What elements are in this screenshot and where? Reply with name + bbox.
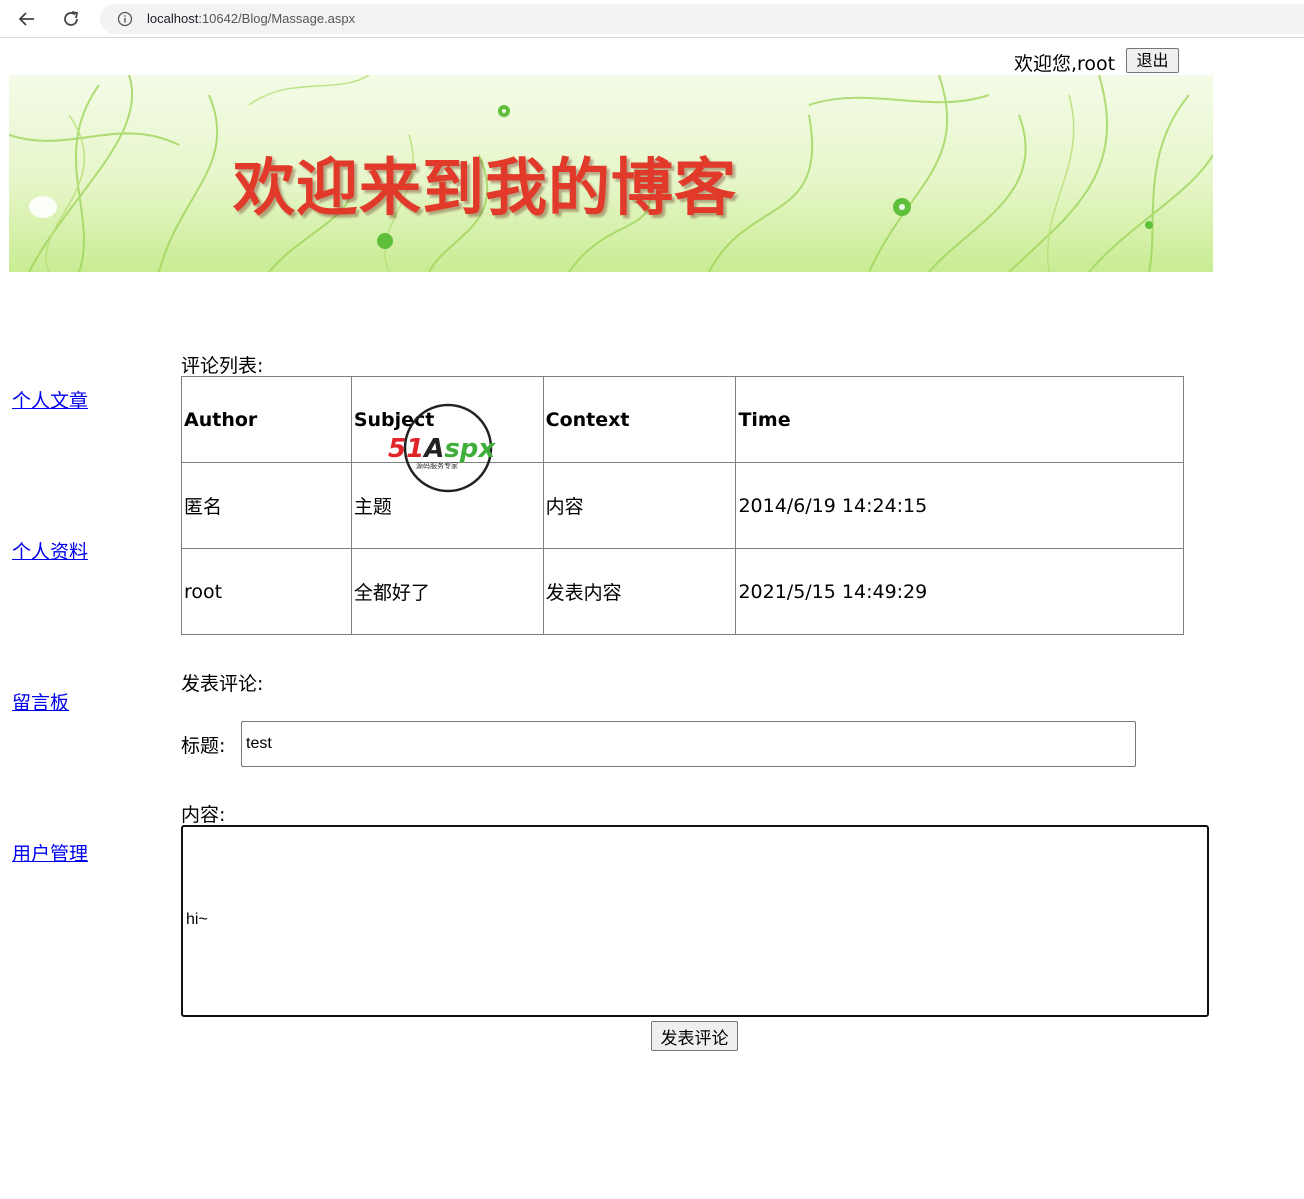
content-textarea[interactable]: hi~ xyxy=(181,825,1209,1017)
sidebar-item-profile[interactable]: 个人资料 xyxy=(12,537,88,564)
cell-context: 发表内容 xyxy=(542,548,737,635)
cell-context: 内容 xyxy=(542,462,737,549)
url-host: localhost xyxy=(147,11,199,26)
sidebar-item-user-management[interactable]: 用户管理 xyxy=(12,839,88,866)
content-label: 内容: xyxy=(181,804,226,826)
cell-subject: 主题 xyxy=(350,462,544,549)
address-bar[interactable]: localhost:10642/Blog/Massage.aspx xyxy=(100,4,1304,34)
back-button[interactable] xyxy=(12,4,42,34)
cell-author: root xyxy=(181,548,352,635)
logout-button[interactable]: 退出 xyxy=(1126,48,1179,73)
column-header-context: Context xyxy=(542,376,737,463)
table-row: root 全都好了 发表内容 2021/5/15 14:49:29 xyxy=(181,548,1184,635)
comment-list-heading: 评论列表: xyxy=(181,355,264,377)
comment-table: Author Subject Context Time 匿名 主题 内容 201… xyxy=(181,376,1184,635)
cell-time: 2014/6/19 14:24:15 xyxy=(735,462,1184,549)
banner-title: 欢迎来到我的博客 xyxy=(233,151,738,224)
welcome-text: 欢迎您,root xyxy=(1014,53,1116,75)
cell-subject: 全都好了 xyxy=(350,548,544,635)
column-header-time: Time xyxy=(735,376,1184,463)
title-label: 标题: xyxy=(181,735,226,757)
sidebar-item-guestbook[interactable]: 留言板 xyxy=(12,688,69,715)
url-text: localhost:10642/Blog/Massage.aspx xyxy=(147,11,355,26)
banner: 欢迎来到我的博客 xyxy=(9,75,1213,272)
browser-toolbar: localhost:10642/Blog/Massage.aspx xyxy=(0,0,1304,38)
reload-button[interactable] xyxy=(56,4,86,34)
submit-comment-button[interactable]: 发表评论 xyxy=(651,1021,738,1051)
info-icon[interactable] xyxy=(117,11,133,27)
cell-author: 匿名 xyxy=(181,462,352,549)
reload-icon xyxy=(64,11,79,26)
post-comment-heading: 发表评论: xyxy=(181,673,264,695)
back-arrow-icon xyxy=(18,12,34,26)
table-row: 匿名 主题 内容 2014/6/19 14:24:15 xyxy=(181,462,1184,549)
table-header-row: Author Subject Context Time xyxy=(181,376,1184,463)
column-header-subject: Subject xyxy=(350,376,544,463)
title-input[interactable] xyxy=(241,721,1136,767)
sidebar-item-articles[interactable]: 个人文章 xyxy=(12,386,88,413)
url-path: :10642/Blog/Massage.aspx xyxy=(198,11,356,26)
column-header-author: Author xyxy=(181,376,352,463)
cell-time: 2021/5/15 14:49:29 xyxy=(735,548,1184,635)
